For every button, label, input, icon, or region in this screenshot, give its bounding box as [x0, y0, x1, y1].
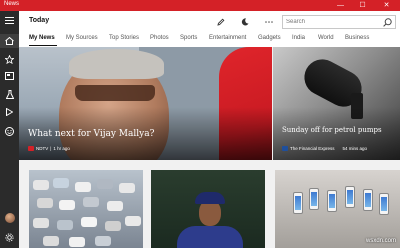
tab-gadgets[interactable]: Gadgets [258, 35, 281, 41]
nav-rail [0, 11, 19, 248]
image-phone [327, 190, 337, 212]
nav-interests[interactable] [0, 87, 19, 101]
hamburger-icon [5, 16, 14, 24]
source-logo [282, 146, 288, 151]
hero-article-meta: NDTV | 1 hr ago [28, 146, 70, 151]
side-article-card[interactable]: Sunday off for petrol pumps The Financia… [273, 47, 400, 160]
nav-videos[interactable] [0, 105, 19, 119]
close-button[interactable]: ✕ [378, 0, 395, 11]
hero-article-title[interactable]: What next for Vijay Mallya? [28, 129, 154, 139]
image-car [97, 179, 113, 189]
nav-feedback[interactable] [0, 124, 19, 138]
article-tile-phones[interactable] [275, 170, 400, 248]
image-car [37, 198, 53, 208]
nav-favorites[interactable] [0, 52, 19, 66]
more-icon [265, 21, 273, 23]
flask-icon [5, 89, 14, 99]
tab-my-sources[interactable]: My Sources [66, 35, 98, 41]
side-article-meta: The Financial Express 54 mins ago [282, 146, 367, 151]
hamburger-menu-button[interactable] [0, 13, 19, 27]
image-player-cap [195, 192, 225, 204]
meta-separator: | [50, 146, 52, 151]
image-player-jersey [177, 226, 243, 248]
image-car [53, 178, 69, 188]
side-article-source: The Financial Express [290, 146, 335, 151]
image-phone [309, 188, 319, 210]
tab-top-stories[interactable]: Top Stories [109, 35, 139, 41]
image-car [81, 217, 97, 227]
search-box[interactable] [282, 15, 396, 29]
image-car [107, 201, 123, 211]
tab-photos[interactable]: Photos [150, 35, 169, 41]
pencil-icon [217, 18, 225, 26]
minimize-button[interactable]: — [332, 0, 349, 11]
image-phone [293, 192, 303, 214]
side-article-title[interactable]: Sunday off for petrol pumps [282, 126, 382, 134]
image-car [59, 200, 75, 210]
tab-entertainment[interactable]: Entertainment [209, 35, 246, 41]
image-phone [363, 189, 373, 211]
nav-local[interactable] [0, 69, 19, 83]
theme-toggle[interactable] [239, 16, 251, 28]
hero-image-sunglasses [75, 85, 155, 101]
category-tabs: My News My Sources Top Stories Photos Sp… [19, 33, 400, 47]
app-title: News [4, 1, 20, 7]
settings-button[interactable] [0, 230, 19, 244]
tab-india[interactable]: India [292, 35, 305, 41]
image-car [125, 216, 141, 226]
settings-icon [5, 232, 14, 242]
avatar [4, 213, 15, 223]
page-title: Today [29, 17, 50, 24]
image-car [33, 180, 49, 190]
image-car [83, 197, 99, 207]
image-car [33, 218, 49, 228]
hero-article-time: 1 hr ago [53, 146, 70, 151]
profile-button[interactable] [0, 211, 19, 225]
watermark: wsxdn.com [365, 238, 396, 244]
hero-article-source: NDTV [36, 146, 49, 151]
active-tab-indicator [29, 45, 57, 46]
image-phone [345, 186, 355, 208]
source-logo [28, 146, 34, 151]
image-car [105, 221, 121, 231]
star-icon [5, 54, 14, 64]
play-icon [6, 108, 13, 116]
maximize-button[interactable]: ☐ [354, 0, 371, 11]
more-options-button[interactable] [263, 16, 275, 28]
hero-image-hair [69, 49, 164, 79]
image-car [95, 236, 111, 246]
tab-my-news[interactable]: My News [29, 35, 55, 41]
tab-business[interactable]: Business [345, 35, 369, 41]
image-car [57, 220, 73, 230]
image-car [75, 182, 91, 192]
image-car [119, 183, 135, 193]
image-car [43, 236, 59, 246]
article-tile-traffic[interactable] [29, 170, 143, 248]
tab-sports[interactable]: Sports [180, 35, 197, 41]
side-article-time: 54 mins ago [342, 146, 368, 151]
newspaper-icon [5, 72, 14, 80]
news-feed: What next for Vijay Mallya? NDTV | 1 hr … [19, 47, 400, 248]
edit-button[interactable] [215, 16, 227, 28]
image-phone [379, 193, 389, 215]
page-header: Today [19, 11, 400, 33]
search-icon[interactable] [383, 18, 392, 27]
search-input[interactable] [286, 17, 376, 27]
home-icon [5, 37, 14, 45]
hero-article-card[interactable]: What next for Vijay Mallya? NDTV | 1 hr … [19, 47, 272, 160]
image-car [69, 237, 85, 247]
smiley-icon [5, 126, 14, 136]
article-tile-cricket[interactable] [151, 170, 265, 248]
title-bar: News — ☐ ✕ [0, 0, 400, 11]
tab-world[interactable]: World [318, 35, 334, 41]
nav-home[interactable] [0, 34, 19, 48]
moon-icon [241, 18, 249, 26]
